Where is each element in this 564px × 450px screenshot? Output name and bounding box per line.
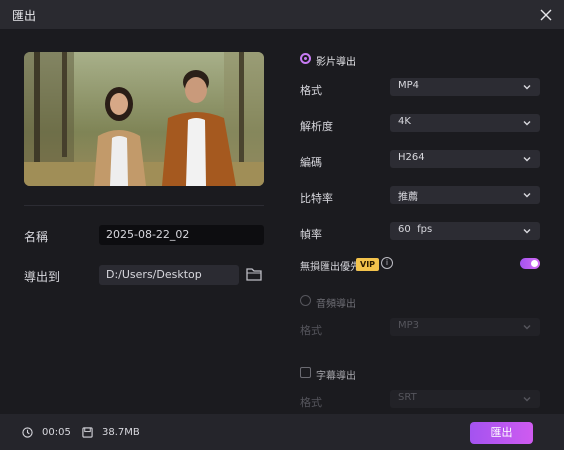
info-icon[interactable]: i xyxy=(381,257,393,269)
subtitle-format-value: SRT xyxy=(398,392,417,403)
bitrate-value: 推薦 xyxy=(398,192,418,203)
resolution-select[interactable]: 4K xyxy=(390,114,540,132)
close-icon xyxy=(540,9,552,21)
clock-icon xyxy=(22,427,33,438)
export-button[interactable]: 匯出 xyxy=(470,422,533,444)
duration-text: 00:05 xyxy=(42,427,71,438)
name-label: 名稱 xyxy=(24,230,49,244)
window-title: 匯出 xyxy=(12,9,37,23)
subtitle-format-select[interactable]: SRT xyxy=(390,390,540,408)
vip-badge: VIP xyxy=(356,258,380,271)
video-export-title: 影片導出 xyxy=(316,57,356,68)
footer-bar: 00:05 38.7MB 匯出 xyxy=(0,414,564,450)
export-path-field[interactable]: D:/Users/Desktop xyxy=(99,265,239,285)
export-path-label: 導出到 xyxy=(24,270,61,284)
resolution-label: 解析度 xyxy=(300,120,333,133)
format-select[interactable]: MP4 xyxy=(390,78,540,96)
encoder-select[interactable]: H264 xyxy=(390,150,540,168)
format-value: MP4 xyxy=(398,80,420,91)
resolution-value: 4K xyxy=(398,116,411,127)
subtitle-export-checkbox[interactable] xyxy=(300,367,311,378)
audio-export-title: 音頻導出 xyxy=(316,299,356,310)
framerate-select[interactable]: 60 fps xyxy=(390,222,540,240)
lossless-toggle[interactable] xyxy=(520,258,540,269)
bitrate-select[interactable]: 推薦 xyxy=(390,186,540,204)
chevron-down-icon xyxy=(523,121,531,126)
encoder-value: H264 xyxy=(398,152,425,163)
audio-export-radio[interactable] xyxy=(300,295,311,306)
audio-format-value: MP3 xyxy=(398,320,420,331)
preview-image xyxy=(24,52,264,186)
lossless-label: 無損匯出優先 xyxy=(300,262,360,273)
name-input[interactable]: 2025-08-22_02 xyxy=(99,225,264,245)
audio-format-label: 格式 xyxy=(300,324,322,337)
right-panel: 影片導出 格式 MP4 解析度 4K 編碼 H264 比特率 推薦 幀率 60 … xyxy=(298,30,542,414)
file-size-icon xyxy=(82,427,93,438)
chevron-down-icon xyxy=(523,85,531,90)
framerate-value: 60 fps xyxy=(398,224,433,235)
chevron-down-icon xyxy=(523,157,531,162)
format-label: 格式 xyxy=(300,84,322,97)
divider xyxy=(24,205,264,206)
audio-format-select[interactable]: MP3 xyxy=(390,318,540,336)
title-bar: 匯出 xyxy=(0,0,564,30)
bitrate-label: 比特率 xyxy=(300,192,333,205)
file-size-text: 38.7MB xyxy=(102,427,140,438)
chevron-down-icon xyxy=(523,229,531,234)
left-panel: 名稱 2025-08-22_02 導出到 D:/Users/Desktop xyxy=(24,30,264,414)
chevron-down-icon xyxy=(523,397,531,402)
encoder-label: 編碼 xyxy=(300,156,322,169)
framerate-label: 幀率 xyxy=(300,228,322,241)
chevron-down-icon xyxy=(523,325,531,330)
subtitle-export-title: 字幕導出 xyxy=(316,371,356,382)
subtitle-format-label: 格式 xyxy=(300,396,322,409)
close-button[interactable] xyxy=(534,3,558,27)
video-preview xyxy=(24,52,264,186)
folder-icon[interactable] xyxy=(246,267,262,281)
video-export-radio[interactable] xyxy=(300,53,311,64)
chevron-down-icon xyxy=(523,193,531,198)
